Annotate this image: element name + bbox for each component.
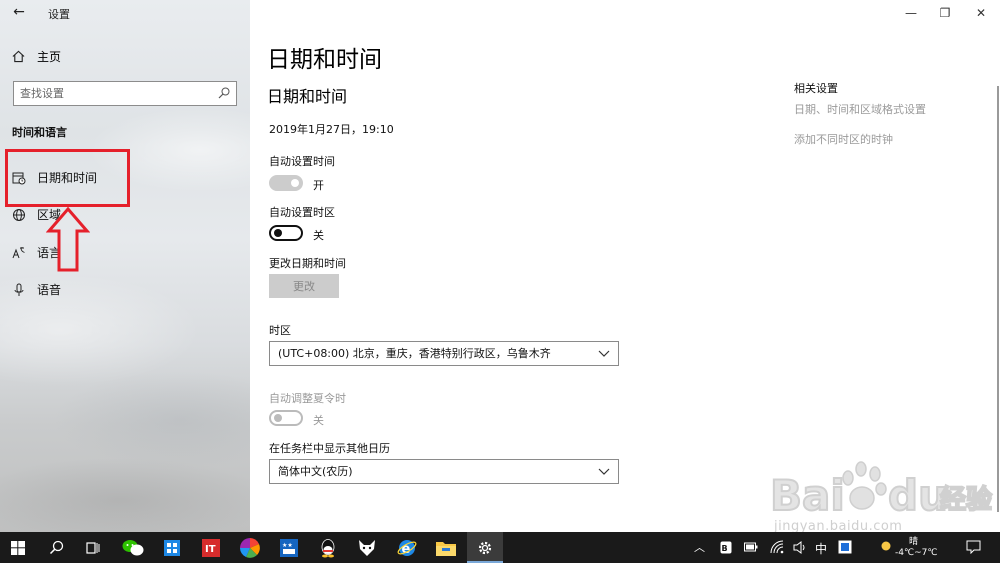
taskbar-app-explorer[interactable] [428,532,464,563]
sidebar-item-speech[interactable]: 语音 [12,281,61,298]
color-wheel-icon [240,537,260,558]
section-title: 日期和时间 [267,87,348,106]
change-button[interactable]: 更改 [269,274,339,298]
calendar-select[interactable]: 简体中文(农历) [269,459,619,484]
language-icon [12,246,26,260]
close-button[interactable]: ✕ [971,3,991,23]
timezone-value: (UTC+08:00) 北京，重庆，香港特别行政区，乌鲁木齐 [278,347,551,360]
taskbar-app-ie[interactable]: e [389,532,425,563]
highlight-box [5,149,130,207]
file-explorer-icon [436,541,456,556]
highlight-arrow-icon [46,207,90,272]
taskbar-app-news[interactable]: ★★ [271,532,307,563]
dst-state: 关 [313,414,324,427]
minimize-button[interactable]: — [901,3,921,23]
toggle-knob [274,229,282,237]
change-datetime-label: 更改日期和时间 [269,257,346,270]
main-panel: — ❐ ✕ 日期和时间 日期和时间 2019年1月27日，19:10 自动设置时… [250,0,1000,534]
section-label: 时间和语言 [12,126,67,139]
globe-icon [12,208,26,222]
timezone-select[interactable]: (UTC+08:00) 北京，重庆，香港特别行政区，乌鲁木齐 [269,341,619,366]
taskbar-app-colorwheel[interactable] [232,532,268,563]
microphone-icon [12,283,26,297]
task-view-button[interactable] [75,532,111,563]
svg-text:★★: ★★ [282,542,293,549]
window-title: 设置 [48,8,70,21]
weather-temp: -4℃~7℃ [895,548,938,558]
sidebar-item-home[interactable]: 主页 [12,48,61,65]
ie-icon: e [397,539,417,557]
svg-text:经验: 经验 [940,484,992,515]
auto-timezone-toggle[interactable] [269,225,303,241]
auto-timezone-state: 关 [313,229,324,242]
notification-icon[interactable] [966,540,981,554]
weather-sun-icon [881,541,891,551]
chevron-down-icon [598,468,610,475]
tray-app-icon[interactable]: B [720,541,732,554]
svg-text:IT: IT [205,544,216,555]
auto-time-label: 自动设置时间 [269,155,335,168]
taskbar-app-settings[interactable] [467,532,503,563]
tray-shield-icon[interactable] [838,540,852,554]
page-title: 日期和时间 [267,47,382,73]
home-icon [12,50,25,63]
calendar-label: 在任务栏中显示其他日历 [269,442,390,455]
svg-text:du: du [888,471,948,520]
toggle-knob [291,179,299,187]
ime-indicator[interactable]: 中 [815,540,827,557]
auto-time-toggle[interactable] [269,175,303,191]
taskbar-app-qq[interactable] [310,532,346,563]
related-link-add-clocks[interactable]: 添加不同时区的时钟 [794,131,893,147]
search-input[interactable] [20,82,210,104]
start-icon [11,540,25,555]
taskbar-app-it[interactable]: IT [193,532,229,563]
battery-icon[interactable] [744,542,758,552]
wifi-icon[interactable] [770,540,784,554]
it-app-icon: IT [202,538,220,557]
calendar-value: 简体中文(农历) [278,465,353,478]
tray-overflow-icon[interactable]: ︿ [694,539,705,555]
wechat-icon [122,539,144,555]
app-icon [164,539,180,556]
volume-icon[interactable] [793,541,807,554]
taskbar-app-wechat[interactable] [115,532,151,563]
taskbar-app-fox[interactable] [349,532,385,563]
scrollbar[interactable] [997,86,999,512]
auto-timezone-label: 自动设置时区 [269,206,335,219]
taskbar: IT ★★ e ︿ B 中 晴 -4℃~7℃ [0,532,1000,563]
search-icon [49,540,63,555]
sidebar: ← 设置 主页 时间和语言 日期和时间 区域 语言 [0,0,250,532]
dst-toggle[interactable] [269,410,303,426]
weather-label: 晴 [909,537,919,547]
settings-icon [478,541,492,554]
related-settings-title: 相关设置 [794,82,838,95]
taskbar-app-blue[interactable] [154,532,190,563]
sidebar-item-label: 语音 [37,283,62,297]
dst-label: 自动调整夏令时 [269,392,346,405]
auto-time-state: 开 [313,179,324,192]
search-icon[interactable] [218,87,230,99]
qq-icon [321,538,335,557]
taskbar-search-button[interactable] [38,532,74,563]
sidebar-home-label: 主页 [37,50,62,64]
toggle-knob [274,414,282,422]
svg-text:B: B [722,544,728,553]
search-box[interactable] [13,81,237,106]
start-button[interactable] [0,532,36,563]
task-view-icon [86,541,100,554]
current-datetime: 2019年1月27日，19:10 [269,123,394,136]
timezone-label: 时区 [269,324,291,337]
news-app-icon: ★★ [280,538,298,557]
back-arrow-icon[interactable]: ← [10,3,28,21]
svg-text:Bai: Bai [770,471,845,520]
chevron-down-icon [598,350,610,357]
related-link-region-format[interactable]: 日期、时间和区域格式设置 [794,101,926,117]
restore-button[interactable]: ❐ [935,3,955,23]
fox-app-icon [359,539,375,556]
